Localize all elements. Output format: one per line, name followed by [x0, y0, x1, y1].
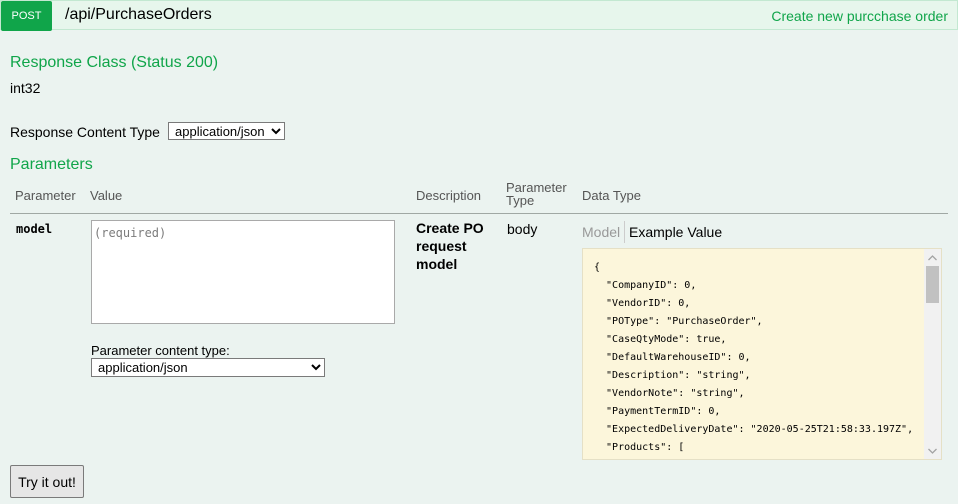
response-type: int32 [10, 80, 41, 96]
scroll-thumb[interactable] [926, 266, 939, 303]
param-description: Create PO request model [416, 220, 484, 272]
param-content-type-select[interactable]: application/json [91, 358, 325, 377]
model-tab[interactable]: Model [582, 224, 620, 240]
response-class-heading: Response Class (Status 200) [10, 54, 219, 71]
scroll-up-icon[interactable] [924, 249, 941, 266]
param-type: body [507, 221, 538, 237]
col-header-description: Description [416, 188, 482, 203]
param-name: model [16, 222, 53, 236]
param-value-textarea[interactable] [91, 220, 395, 324]
example-json: { "CompanyID": 0, "VendorID": 0, "POType… [594, 262, 914, 453]
col-header-value: Value [90, 188, 123, 203]
col-header-data-type: Data Type [582, 188, 642, 203]
http-method-badge[interactable]: POST [1, 1, 52, 31]
try-it-out-button[interactable]: Try it out! [10, 465, 84, 498]
col-header-parameter: Parameter [15, 188, 76, 203]
example-value-tab[interactable]: Example Value [629, 224, 722, 240]
operation-summary[interactable]: Create new purcchase order [771, 8, 948, 24]
operation-header[interactable]: POST /api/PurchaseOrders Create new purc… [0, 0, 958, 31]
param-content-type-label: Parameter content type: [91, 343, 230, 358]
response-content-type-select[interactable]: application/json [168, 122, 285, 140]
tab-separator [624, 221, 625, 243]
endpoint-path[interactable]: /api/PurchaseOrders [65, 6, 212, 24]
response-content-type-label: Response Content Type [10, 124, 160, 140]
col-header-parameter-type-line2: Type [506, 193, 535, 208]
header-divider [10, 213, 948, 214]
parameters-heading: Parameters [10, 156, 93, 173]
col-header-parameter-type: Parameter Type [506, 181, 567, 207]
scroll-down-icon[interactable] [924, 442, 941, 459]
example-value-box[interactable]: { "CompanyID": 0, "VendorID": 0, "POType… [582, 248, 942, 460]
example-scrollbar[interactable] [924, 249, 941, 459]
